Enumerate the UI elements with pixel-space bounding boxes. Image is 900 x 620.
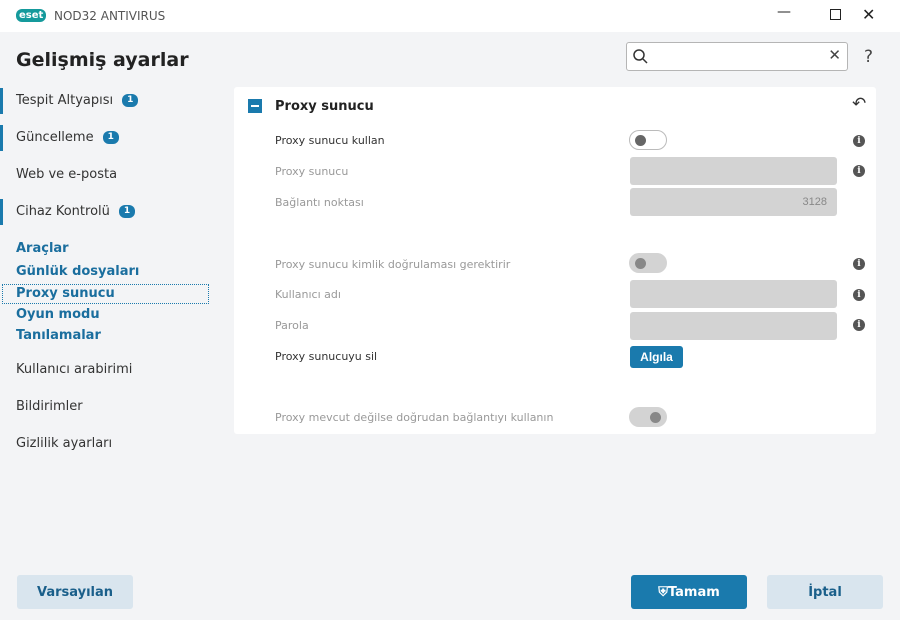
sidebar-item-game-mode[interactable]: Oyun modu	[0, 304, 100, 326]
use-proxy-toggle[interactable]	[629, 130, 667, 150]
info-icon[interactable]: i	[853, 258, 865, 270]
ok-button[interactable]: ⛨Tamam	[631, 575, 747, 609]
info-icon[interactable]: i	[853, 319, 865, 331]
detect-button[interactable]: Algıla	[630, 346, 683, 368]
proxy-server-label: Proxy sunucu	[275, 165, 349, 178]
sidebar-item-label: Güncelleme	[16, 130, 94, 145]
use-proxy-label: Proxy sunucu kullan	[275, 134, 385, 147]
password-label: Parola	[275, 319, 309, 332]
auth-toggle[interactable]	[629, 253, 667, 273]
sidebar-item-label: Cihaz Kontrolü	[16, 204, 110, 219]
username-input[interactable]	[630, 280, 837, 308]
sidebar-item-device-control[interactable]: Cihaz Kontrolü 1	[0, 199, 136, 225]
section-title: Proxy sunucu	[275, 99, 374, 114]
clear-search-icon[interactable]: ✕	[828, 46, 841, 64]
default-button[interactable]: Varsayılan	[17, 575, 133, 609]
auth-label: Proxy sunucu kimlik doğrulaması gerektir…	[275, 258, 511, 271]
sidebar-item-label: Tespit Altyapısı	[16, 93, 114, 108]
page-title: Gelişmiş ayarlar	[16, 49, 189, 71]
cancel-button[interactable]: İptal	[767, 575, 883, 609]
port-label: Bağlantı noktası	[275, 196, 364, 209]
info-icon[interactable]: i	[853, 165, 865, 177]
proxy-server-input[interactable]	[630, 157, 837, 185]
sidebar-item-web-email[interactable]: Web ve e-posta	[0, 164, 117, 186]
password-input[interactable]	[630, 312, 837, 340]
title-bar: eset NOD32 ANTIVIRUS — ✕	[0, 0, 900, 32]
username-label: Kullanıcı adı	[275, 288, 341, 301]
shield-icon: ⛨	[658, 584, 668, 600]
sidebar-item-detection[interactable]: Tespit Altyapısı 1	[0, 88, 139, 114]
revert-icon[interactable]: ↶	[852, 94, 866, 114]
direct-connection-toggle[interactable]	[629, 407, 667, 427]
eset-logo: eset	[16, 9, 47, 22]
collapse-icon[interactable]	[248, 99, 262, 113]
badge: 1	[122, 94, 139, 107]
badge: 1	[102, 131, 119, 144]
sidebar-item-diagnostics[interactable]: Tanılamalar	[0, 325, 101, 347]
sidebar-item-update[interactable]: Güncelleme 1	[0, 125, 119, 151]
sidebar-item-log-files[interactable]: Günlük dosyaları	[0, 261, 139, 283]
maximize-icon[interactable]	[830, 9, 841, 20]
minimize-icon[interactable]: —	[777, 4, 791, 20]
product-name: NOD32 ANTIVIRUS	[54, 9, 166, 23]
sidebar-item-notifications[interactable]: Bildirimler	[0, 396, 83, 418]
help-icon[interactable]: ?	[864, 47, 873, 67]
search-icon	[633, 49, 648, 64]
close-icon[interactable]: ✕	[862, 5, 875, 24]
clear-proxy-label: Proxy sunucuyu sil	[275, 350, 378, 363]
info-icon[interactable]: i	[853, 135, 865, 147]
direct-connection-label: Proxy mevcut değilse doğrudan bağlantıyı…	[275, 411, 554, 424]
sidebar-item-privacy[interactable]: Gizlilik ayarları	[0, 433, 112, 455]
sidebar-item-user-interface[interactable]: Kullanıcı arabirimi	[0, 359, 132, 381]
sidebar-item-tools[interactable]: Araçlar	[0, 238, 69, 260]
sidebar-item-proxy-server[interactable]: Proxy sunucu	[2, 284, 209, 304]
search-box[interactable]: ✕	[626, 42, 848, 71]
badge: 1	[118, 205, 136, 218]
search-input[interactable]	[653, 47, 823, 67]
port-input[interactable]	[630, 188, 837, 216]
ok-label: Tamam	[667, 584, 720, 600]
info-icon[interactable]: i	[853, 289, 865, 301]
